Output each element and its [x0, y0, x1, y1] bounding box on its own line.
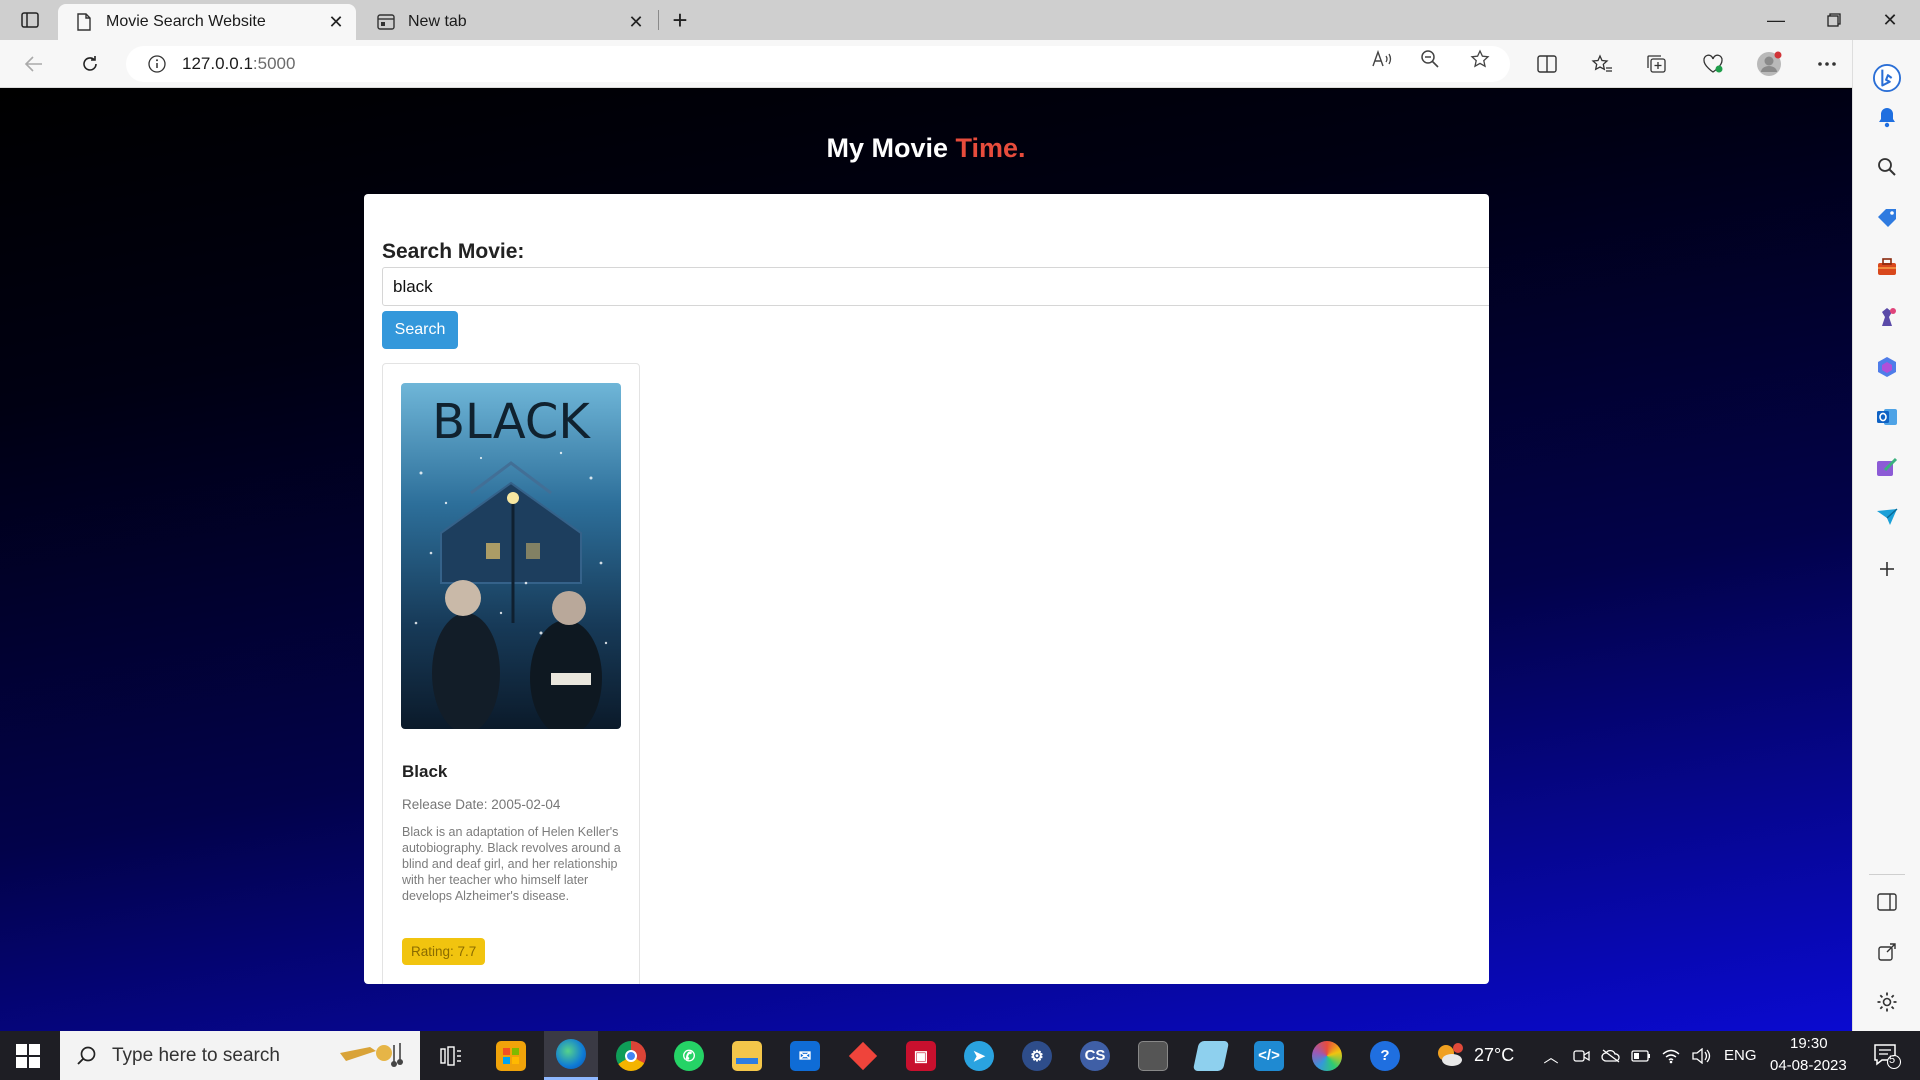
- paint-icon[interactable]: [1300, 1031, 1354, 1080]
- telegram-icon[interactable]: ➤: [952, 1031, 1006, 1080]
- file-explorer-icon[interactable]: [720, 1031, 774, 1080]
- movie-title: Black: [402, 762, 448, 781]
- search-icon: [74, 1043, 100, 1069]
- clock-date[interactable]: 04-08-2023: [1770, 1057, 1847, 1074]
- anydesk-icon[interactable]: [836, 1031, 890, 1080]
- release-date: Release Date: 2005-02-04: [402, 797, 561, 812]
- browser-toolbar: 127.0.0.1:5000: [0, 40, 1920, 88]
- newtab-icon: [376, 12, 396, 32]
- movie-poster: BLACK: [401, 383, 621, 729]
- notepad-icon[interactable]: [1184, 1031, 1238, 1080]
- drop-send-icon[interactable]: [1873, 503, 1901, 531]
- volume-icon[interactable]: [1690, 1045, 1712, 1067]
- settings-app-icon[interactable]: ⚙: [1010, 1031, 1064, 1080]
- windows-taskbar: Type here to search ✆ ✉ ▣ ➤ ⚙ CS </> ? 2…: [0, 1031, 1920, 1080]
- split-screen-icon[interactable]: [1530, 48, 1564, 80]
- bing-copilot-icon[interactable]: [1873, 64, 1901, 92]
- screen-recorder-icon[interactable]: ▣: [894, 1031, 948, 1080]
- url-port: :5000: [252, 54, 296, 73]
- tab-strip: Movie Search Website ✕ New tab ✕ + — ✕: [0, 0, 1920, 40]
- favorites-icon[interactable]: [1585, 48, 1619, 80]
- microsoft-365-icon[interactable]: [1873, 353, 1901, 381]
- browser-essentials-icon[interactable]: [1696, 48, 1730, 80]
- restore-button[interactable]: [1806, 0, 1862, 40]
- designer-icon[interactable]: [1873, 453, 1901, 481]
- site-title-main: My Movie: [826, 133, 956, 163]
- mail-icon[interactable]: ✉: [778, 1031, 832, 1080]
- weather-icon[interactable]: [1434, 1041, 1466, 1071]
- tab-new-tab[interactable]: New tab ✕: [360, 4, 656, 40]
- wifi-icon[interactable]: [1660, 1045, 1682, 1067]
- tools-briefcase-icon[interactable]: [1873, 253, 1901, 281]
- microsoft-store-icon[interactable]: [484, 1031, 538, 1080]
- search-button[interactable]: Search: [382, 311, 458, 349]
- close-tab-icon[interactable]: ✕: [322, 8, 350, 36]
- settings-gear-icon[interactable]: [1873, 988, 1901, 1016]
- search-sidebar-icon[interactable]: [1873, 153, 1901, 181]
- chrome-icon[interactable]: [604, 1031, 658, 1080]
- url-host: 127.0.0.1: [182, 54, 253, 73]
- new-tab-button[interactable]: +: [664, 5, 696, 35]
- movie-card[interactable]: BLACK Black Release Date: 2005-02-04 Bla…: [382, 363, 640, 984]
- refresh-button[interactable]: [74, 48, 106, 80]
- site-info-icon[interactable]: [146, 53, 168, 75]
- taskbar-search-placeholder: Type here to search: [112, 1044, 280, 1066]
- rating-badge: Rating: 7.7: [402, 938, 486, 965]
- search-highlight-icon: [336, 1039, 412, 1073]
- address-bar[interactable]: 127.0.0.1:5000: [126, 46, 1510, 82]
- meet-now-icon[interactable]: [1570, 1045, 1592, 1067]
- search-panel: Search Movie: Search BLACK: [364, 194, 1489, 984]
- hide-sidebar-icon[interactable]: [1873, 888, 1901, 916]
- add-sidebar-app-icon[interactable]: [1873, 555, 1901, 583]
- vscode-icon[interactable]: </>: [1242, 1031, 1296, 1080]
- shopping-tag-icon[interactable]: [1873, 203, 1901, 231]
- tab-actions-icon[interactable]: [14, 8, 46, 32]
- terminal-icon[interactable]: [1126, 1031, 1180, 1080]
- page-content: My Movie Time. Search Movie: Search: [0, 89, 1852, 1031]
- open-external-icon[interactable]: [1873, 938, 1901, 966]
- zoom-out-icon[interactable]: [1416, 47, 1444, 71]
- favorite-star-icon[interactable]: [1466, 47, 1494, 71]
- close-window-button[interactable]: ✕: [1862, 0, 1918, 40]
- back-button[interactable]: [18, 48, 50, 80]
- site-title-accent: Time.: [955, 133, 1026, 163]
- clock-time[interactable]: 19:30: [1790, 1035, 1828, 1052]
- whatsapp-icon[interactable]: ✆: [662, 1031, 716, 1080]
- taskbar-search-box[interactable]: Type here to search: [60, 1031, 420, 1080]
- games-icon[interactable]: [1873, 303, 1901, 331]
- edge-browser-icon[interactable]: [544, 1031, 598, 1080]
- notification-bell-icon[interactable]: [1873, 103, 1901, 131]
- battery-icon[interactable]: [1630, 1045, 1652, 1067]
- onedrive-cloud-icon[interactable]: [1600, 1045, 1622, 1067]
- tab-title: New tab: [408, 13, 467, 30]
- search-input[interactable]: [382, 267, 1489, 306]
- outlook-icon[interactable]: [1873, 403, 1901, 431]
- windows-start-icon[interactable]: [16, 1044, 40, 1068]
- cs-app-icon[interactable]: CS: [1068, 1031, 1122, 1080]
- task-view-icon[interactable]: [424, 1031, 478, 1080]
- help-icon[interactable]: ?: [1358, 1031, 1412, 1080]
- search-label: Search Movie:: [382, 240, 525, 263]
- document-icon: [74, 12, 94, 32]
- close-tab-icon[interactable]: ✕: [622, 8, 650, 36]
- read-aloud-icon[interactable]: [1368, 47, 1396, 71]
- notification-center-icon[interactable]: 5: [1872, 1043, 1902, 1069]
- collections-icon[interactable]: [1640, 48, 1674, 80]
- sidebar-divider: [1869, 874, 1905, 875]
- language-indicator[interactable]: ENG: [1724, 1047, 1757, 1064]
- edge-sidebar: [1852, 40, 1920, 1031]
- weather-temp: 27°C: [1474, 1045, 1515, 1065]
- tab-divider: [658, 10, 659, 30]
- tab-movie-search[interactable]: Movie Search Website ✕: [58, 4, 356, 40]
- notification-count: 5: [1889, 1054, 1896, 1066]
- minimize-button[interactable]: —: [1748, 0, 1804, 40]
- profile-avatar[interactable]: [1752, 48, 1786, 80]
- poster-title: BLACK: [432, 394, 591, 450]
- movie-overview: Black is an adaptation of Helen Keller's…: [402, 825, 621, 903]
- show-hidden-icons-chevron-icon[interactable]: ︿: [1540, 1045, 1562, 1067]
- tab-title: Movie Search Website: [106, 13, 266, 30]
- site-title: My Movie Time.: [0, 133, 1852, 164]
- more-options-icon[interactable]: [1810, 48, 1844, 80]
- url-text[interactable]: 127.0.0.1:5000: [182, 54, 295, 74]
